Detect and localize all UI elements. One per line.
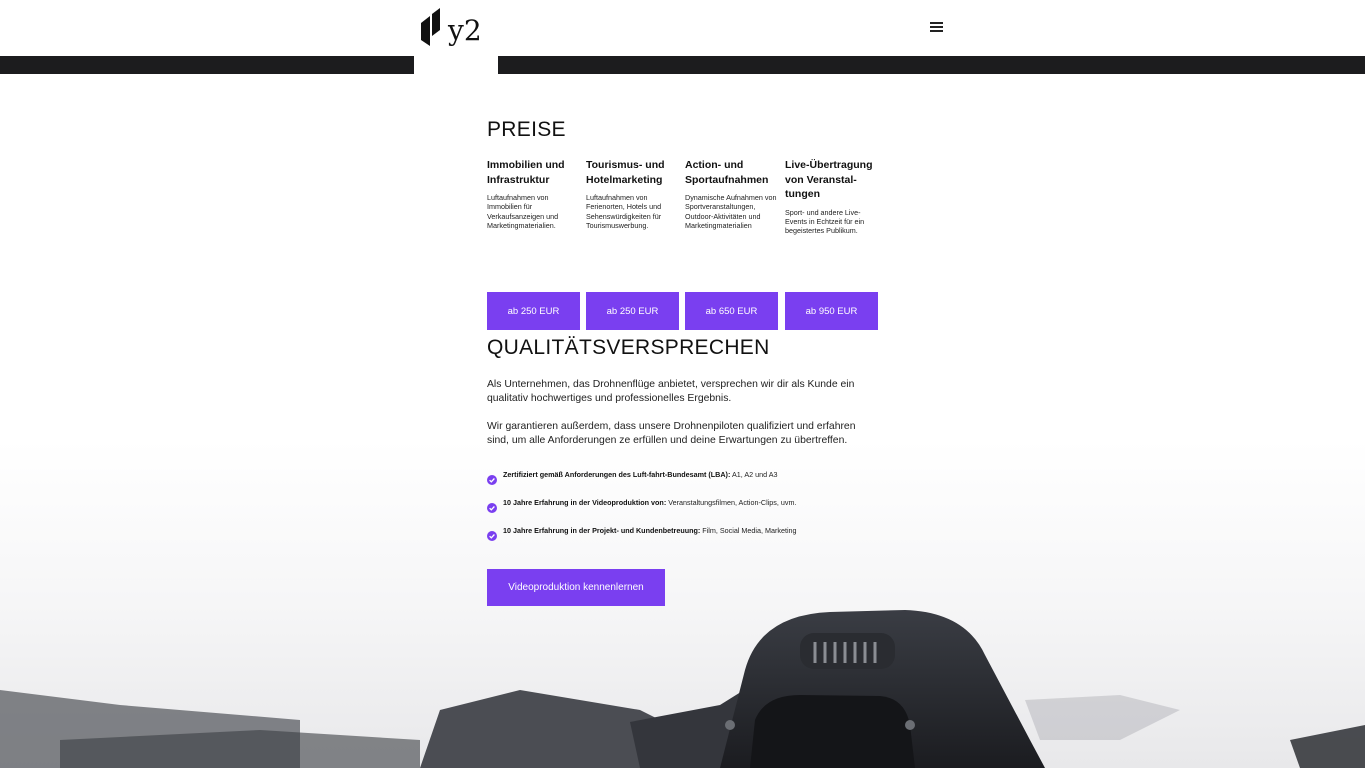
checklist-text: 10 Jahre Erfahrung in der Videoproduktio… [503, 498, 796, 507]
main-content: PREISE Immobilien und Infrastruktur Luft… [487, 118, 879, 606]
checklist-bold: Zertifiziert gemäß Anforderungen des Luf… [503, 470, 731, 479]
pricing-card-title: Action- und Sportaufnahmen [685, 159, 769, 186]
checklist-bold: 10 Jahre Erfahrung in der Projekt- und K… [503, 526, 701, 535]
pricing-card-action: Action- und Sportaufnahmen Dynamische Au… [685, 158, 779, 231]
quality-heading: QUALITÄTSVERSPRECHEN [487, 336, 770, 359]
pricing-card-description: Dynamische Aufnahmen von Sportveranstalt… [685, 193, 777, 231]
pricing-card-immobilien: Immobilien und Infrastruktur Luftaufnahm… [487, 158, 581, 231]
site-header: y2 [0, 0, 1365, 56]
pricing-card-tourismus: Tourismus- und Hotelmarketing Luftaufnah… [586, 158, 680, 231]
header-band-right [498, 56, 1365, 74]
quality-paragraph-2: Wir garantieren außerdem, dass unsere Dr… [487, 421, 856, 446]
pricing-card-description: Sport- und andere Live-Events in Echtzei… [785, 207, 865, 236]
checklist-normal: A1, A2 und A3 [730, 470, 778, 479]
pricing-card-title: Immobilien und Infrastruktur [487, 159, 565, 186]
pricing-card-title: Live-Übertragung von Veranstal-tungen [785, 159, 873, 200]
hamburger-menu-icon[interactable] [930, 22, 943, 33]
checklist-item: Zertifiziert gemäß Anforderungen des Luf… [487, 470, 879, 485]
price-button-live[interactable]: ab 950 EUR [785, 292, 878, 330]
check-circle-icon [487, 531, 497, 541]
checklist-item: 10 Jahre Erfahrung in der Projekt- und K… [487, 526, 879, 541]
price-button-action[interactable]: ab 650 EUR [685, 292, 778, 330]
checklist-item: 10 Jahre Erfahrung in der Videoproduktio… [487, 498, 879, 513]
header-band-left [0, 56, 414, 74]
checklist-bold: 10 Jahre Erfahrung in der Videoproduktio… [503, 498, 667, 507]
checklist-normal: Film, Social Media, Marketing [700, 526, 797, 535]
check-circle-icon [487, 503, 497, 513]
video-production-cta-button[interactable]: Videoproduktion kennenlernen [487, 569, 665, 606]
quality-paragraph-1: Als Unternehmen, das Drohnenflüge anbiet… [487, 379, 855, 404]
pricing-heading: PREISE [487, 118, 566, 141]
logo-text: y2 [448, 14, 482, 47]
checklist-text: Zertifiziert gemäß Anforderungen des Luf… [503, 470, 778, 479]
checklist-normal: Veranstaltungsfilmen, Action-Clips, uvm. [666, 498, 797, 507]
price-button-tourismus[interactable]: ab 250 EUR [586, 292, 679, 330]
check-circle-icon [487, 475, 497, 485]
pricing-card-description: Luftaufnahmen von Immobilien für Verkauf… [487, 193, 559, 231]
pricing-card-title: Tourismus- und Hotelmarketing [586, 159, 665, 186]
site-logo[interactable]: y2 [421, 8, 482, 46]
pricing-card-live: Live-Übertragung von Veranstal-tungen Sp… [785, 158, 879, 236]
logo-mark-icon [421, 8, 440, 46]
price-button-immobilien[interactable]: ab 250 EUR [487, 292, 580, 330]
checklist-text: 10 Jahre Erfahrung in der Projekt- und K… [503, 526, 797, 535]
pricing-grid: Immobilien und Infrastruktur Luftaufnahm… [487, 158, 879, 330]
drone-background-image [0, 440, 1365, 768]
pricing-card-description: Luftaufnahmen von Ferienorten, Hotels un… [586, 193, 662, 231]
